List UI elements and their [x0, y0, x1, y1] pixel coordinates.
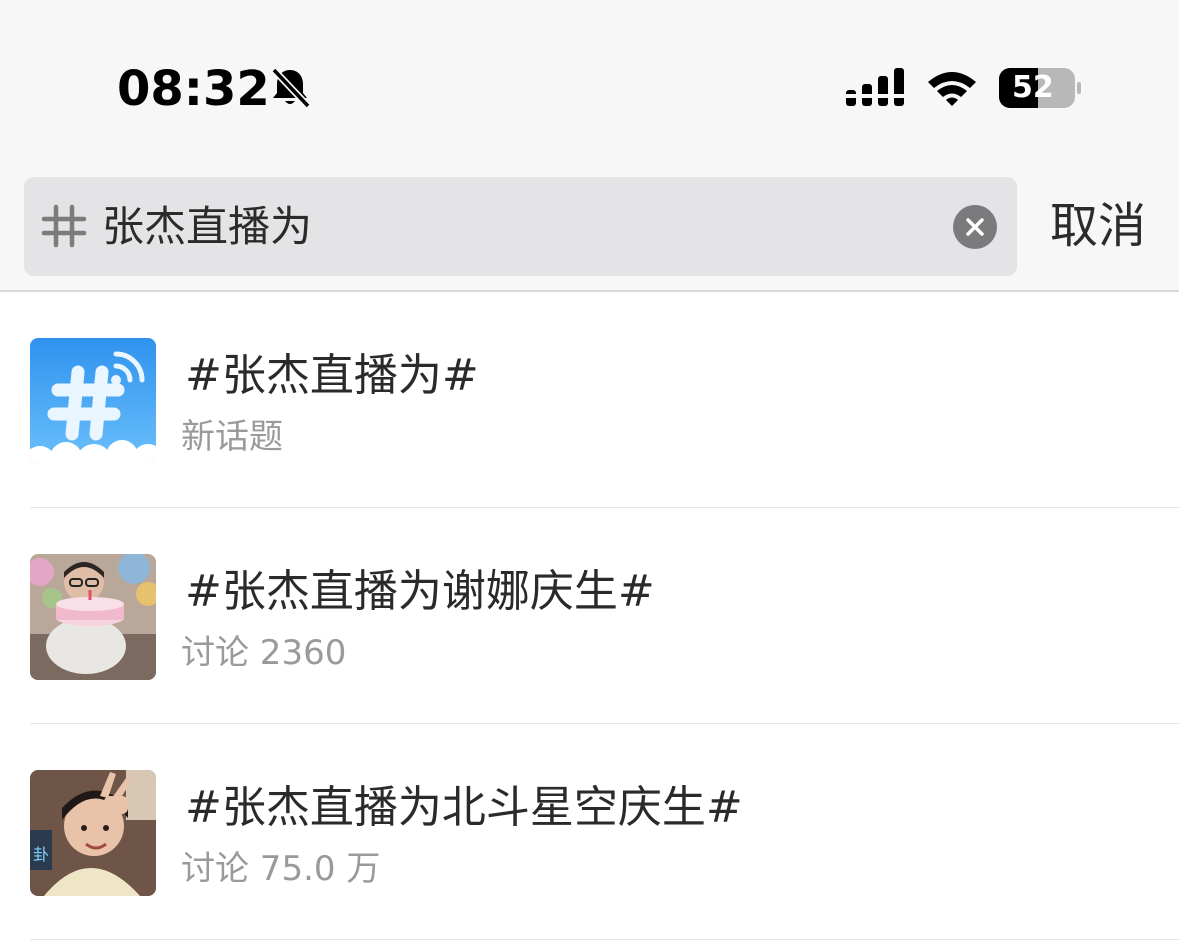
bell-slash-icon [271, 67, 311, 109]
status-time: 08:32 [117, 61, 270, 117]
hashtag-icon [41, 204, 87, 248]
clear-icon[interactable] [953, 205, 997, 249]
svg-text:卦: 卦 [33, 845, 49, 864]
result-item[interactable]: #张杰直播为谢娜庆生# 讨论 2360 [0, 508, 1179, 724]
topic-subtitle: 新话题 [181, 417, 283, 457]
cancel-button[interactable]: 取消 [1050, 194, 1146, 258]
wifi-icon [928, 72, 976, 106]
battery-level: 52 [1012, 70, 1054, 105]
result-item[interactable]: 卦 #张杰直播为北斗星空庆生# 讨论 75.0 万 [0, 724, 1179, 940]
search-input[interactable]: 张杰直播为 [102, 199, 312, 255]
topic-title: #张杰直播为# [185, 350, 479, 401]
topic-thumbnail [30, 554, 156, 680]
battery-icon: 52 [998, 66, 1082, 110]
topic-subtitle: 讨论 75.0 万 [181, 849, 381, 889]
divider [30, 939, 1179, 940]
topic-title: #张杰直播为谢娜庆生# [185, 566, 655, 617]
topic-title: #张杰直播为北斗星空庆生# [185, 782, 743, 833]
topic-subtitle: 讨论 2360 [181, 633, 347, 673]
result-item[interactable]: #张杰直播为# 新话题 [0, 292, 1179, 508]
new-topic-icon [30, 338, 156, 464]
topic-thumbnail: 卦 [30, 770, 156, 896]
cellular-signal-icon [846, 68, 904, 106]
